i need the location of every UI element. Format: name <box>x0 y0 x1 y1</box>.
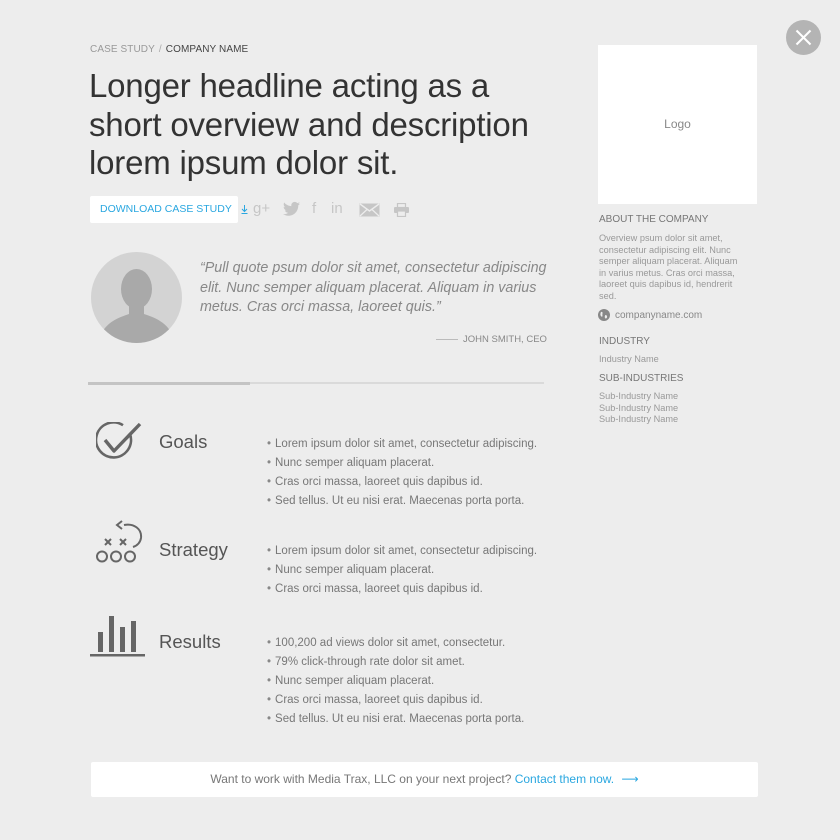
close-button[interactable] <box>786 20 821 55</box>
results-item: Sed tellus. Ut eu nisi erat. Maecenas po… <box>267 710 524 729</box>
playbook-icon <box>96 520 144 569</box>
download-button-label: DOWNLOAD CASE STUDY <box>100 203 232 215</box>
facebook-icon[interactable]: f <box>312 199 316 219</box>
person-silhouette-icon <box>99 269 174 343</box>
page-title: Longer headline acting as a short overvi… <box>89 67 529 181</box>
breadcrumb-case-study-link[interactable]: CASE STUDY <box>90 44 155 55</box>
strategy-item: Lorem ipsum dolor sit amet, consectetur … <box>267 542 537 561</box>
reading-progress-bar <box>88 382 544 385</box>
strategy-item: Cras orci massa, laoreet quis dapibus id… <box>267 580 537 599</box>
goals-title: Goals <box>159 431 208 452</box>
close-icon <box>795 29 812 46</box>
industry-heading: INDUSTRY <box>599 336 650 347</box>
results-item: Nunc semper aliquam placerat. <box>267 672 524 691</box>
email-icon[interactable] <box>359 203 380 221</box>
quote-attribution: JOHN SMITH, CEO <box>436 334 547 345</box>
about-text: Overview psum dolor sit amet, consectetu… <box>599 233 738 301</box>
download-icon <box>241 204 248 214</box>
strategy-title: Strategy <box>159 539 228 560</box>
subindustries-list: Sub-Industry Name Sub-Industry Name Sub-… <box>599 391 678 426</box>
results-item: 100,200 ad views dolor sit amet, consect… <box>267 634 524 653</box>
contact-cta-bar: Want to work with Media Trax, LLC on you… <box>91 762 758 797</box>
checkmark-icon <box>94 421 142 467</box>
download-case-study-button[interactable]: DOWNLOAD CASE STUDY <box>90 196 248 223</box>
industry-name: Industry Name <box>599 354 659 364</box>
goals-item: Lorem ipsum dolor sit amet, consectetur … <box>267 435 537 454</box>
subindustry-item: Sub-Industry Name <box>599 402 679 413</box>
results-item: 79% click-through rate dolor sit amet. <box>267 653 524 672</box>
pull-quote: “Pull quote psum dolor sit amet, consect… <box>200 260 547 315</box>
twitter-icon[interactable] <box>283 201 300 219</box>
reading-progress-fill <box>88 382 250 385</box>
cta-text: Want to work with Media Trax, LLC on you… <box>210 772 512 786</box>
goals-item: Nunc semper aliquam placerat. <box>267 454 537 473</box>
attribution-dash <box>436 338 458 340</box>
about-heading: ABOUT THE COMPANY <box>599 214 709 225</box>
website-text: companyname.com <box>615 310 703 321</box>
attribution-text: JOHN SMITH, CEO <box>463 334 547 345</box>
results-title: Results <box>159 631 221 652</box>
breadcrumb-current: COMPANY NAME <box>165 44 249 55</box>
goals-item: Cras orci massa, laoreet quis dapibus id… <box>267 473 537 492</box>
results-item: Cras orci massa, laoreet quis dapibus id… <box>267 691 524 710</box>
goals-list: Lorem ipsum dolor sit amet, consectetur … <box>267 435 537 511</box>
bar-chart-icon <box>90 616 146 663</box>
breadcrumb: CASE STUDY / COMPANY NAME <box>90 44 248 55</box>
subindustry-item: Sub-Industry Name <box>599 414 679 425</box>
company-logo: Logo <box>598 45 757 204</box>
goals-item: Sed tellus. Ut eu nisi erat. Maecenas po… <box>267 492 537 511</box>
contact-link[interactable]: Contact them now. <box>515 772 614 786</box>
avatar <box>91 252 182 343</box>
linkedin-icon[interactable]: in <box>331 199 343 219</box>
strategy-item: Nunc semper aliquam placerat. <box>267 561 537 580</box>
company-website-link[interactable]: companyname.com <box>598 309 702 321</box>
globe-icon <box>598 309 610 321</box>
results-list: 100,200 ad views dolor sit amet, consect… <box>267 634 524 729</box>
google-plus-icon[interactable]: g+ <box>253 199 270 219</box>
subindustries-heading: SUB-INDUSTRIES <box>599 373 684 384</box>
print-icon[interactable] <box>394 203 409 221</box>
breadcrumb-separator: / <box>158 44 162 55</box>
subindustry-item: Sub-Industry Name <box>599 391 679 401</box>
strategy-list: Lorem ipsum dolor sit amet, consectetur … <box>267 542 537 599</box>
arrow-right-icon[interactable]: ⟶ <box>621 772 638 786</box>
